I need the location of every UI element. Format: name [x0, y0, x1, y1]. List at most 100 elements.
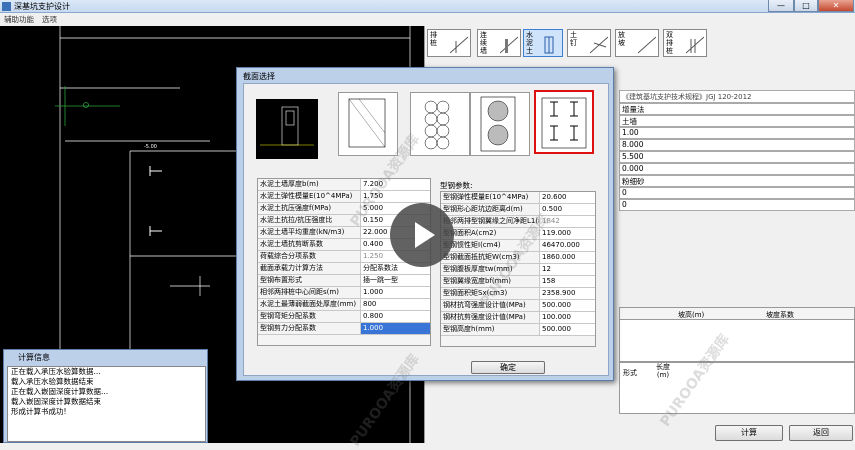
param-label: 水泥土最薄弱截面处厚度(mm): [260, 300, 357, 308]
param-value[interactable]: 1.00: [619, 127, 855, 139]
param-label: 水泥土墙抗剪断系数: [260, 240, 323, 248]
param-row: 型钢弹性模量E(10^4MPa) 20.600: [441, 192, 595, 204]
param-label: 型钢剪力分配系数: [260, 324, 316, 332]
param-row: 型钢布置形式 插一跳一型: [258, 275, 430, 287]
param-value-input[interactable]: 插一跳一型: [360, 275, 430, 286]
param-value[interactable]: 土墙: [619, 115, 855, 127]
param-value-input[interactable]: 1.750: [360, 191, 430, 202]
param-value[interactable]: 8.000: [619, 139, 855, 151]
param-label: 型钢腹板厚度tw(mm): [443, 265, 513, 273]
param-value-input[interactable]: 100.000: [539, 312, 595, 323]
section-option-4-icon: [541, 97, 587, 149]
log-line: 载入承压水验算数据结束: [11, 377, 94, 386]
param-value-input[interactable]: 500.000: [539, 324, 595, 335]
param-row: 型钢面积A(cm2) 119.000: [441, 228, 595, 240]
menu-item-aux[interactable]: 辅助功能: [4, 14, 34, 25]
param-label: 型钢面积矩Sx(cm3): [443, 289, 508, 297]
param-value[interactable]: 0.000: [619, 163, 855, 175]
param-value[interactable]: 5.500: [619, 151, 855, 163]
back-button[interactable]: 返回: [789, 425, 853, 441]
param-value-input[interactable]: 12: [539, 264, 595, 275]
log-title: 计算信息: [18, 353, 50, 362]
param-label: 水泥土弹性模量E(10^4MPa): [260, 192, 353, 200]
param-value-input[interactable]: 1.000: [360, 287, 430, 298]
minimize-button[interactable]: —: [768, 0, 794, 12]
section-preview-drawing: [260, 106, 314, 146]
section-option-4[interactable]: [534, 90, 594, 154]
section-option-2-icon: [424, 100, 450, 150]
param-row: 水泥土最薄弱截面处厚度(mm) 800: [258, 299, 430, 311]
tool-pile-row-button[interactable]: 排桩: [427, 29, 471, 57]
param-label: 型钢高度h(mm): [443, 325, 495, 333]
param-value-input[interactable]: 500.000: [539, 300, 595, 311]
param-label: 型钢形心距坑边距离d(m): [443, 205, 523, 213]
log-window: 计算信息 正在载入承压水验算数据... 载入承压水验算数据结束 正在载入嵌固深度…: [3, 349, 208, 443]
param-row: 截面承载力计算方法 分配系数法: [258, 263, 430, 275]
param-value-input[interactable]: 119.000: [539, 228, 595, 239]
tool-slope-button[interactable]: 放坡: [615, 29, 659, 57]
maximize-button[interactable]: □: [794, 0, 818, 12]
steel-params-table: 型钢弹性模量E(10^4MPa) 20.600 型钢形心距坑边距离d(m) 0.500…: [440, 191, 596, 347]
table-header-row: 坡高(m) 坡度系数: [620, 308, 854, 320]
calculate-button[interactable]: 计算: [715, 425, 783, 441]
param-value[interactable]: 增量法: [619, 103, 855, 115]
param-value-input[interactable]: 1860.000: [539, 252, 595, 263]
param-value-input[interactable]: 20.600: [539, 192, 595, 203]
section-option-1[interactable]: [338, 92, 398, 156]
param-label: 水泥土抗拉/抗压强度比: [260, 216, 333, 224]
param-label: 荷载综合分项系数: [260, 252, 316, 260]
param-value-input[interactable]: 7.200: [360, 179, 430, 190]
param-value-input[interactable]: 0.800: [360, 311, 430, 322]
section-option-3[interactable]: [470, 92, 530, 156]
log-line: 正在载入嵌固深度计算数据...: [11, 387, 109, 396]
param-label: 型钢布置形式: [260, 276, 302, 284]
log-line: 正在载入承压水验算数据...: [11, 367, 101, 376]
menu-item-options[interactable]: 选项: [42, 14, 57, 25]
param-label: 钢材抗弯强度设计值(MPa): [443, 301, 526, 309]
tool-cement-soil-button[interactable]: 水泥土: [523, 29, 563, 57]
play-video-button[interactable]: [390, 203, 454, 267]
param-row: 型钢面积矩Sx(cm3) 2358.900: [441, 288, 595, 300]
param-row: 型钢剪力分配系数 1.000: [258, 323, 430, 335]
param-value[interactable]: 粉细砂: [619, 175, 855, 187]
param-label: 相邻两排型钢翼缘之间净距L1(mm): [443, 217, 555, 225]
menu-bar: 辅助功能 选项: [0, 13, 855, 26]
param-row: 相邻两排型钢翼缘之间净距L1(mm) 1842: [441, 216, 595, 228]
spec-field: 《建筑基坑支护技术规程》JGJ 120-2012: [619, 90, 855, 103]
ok-button[interactable]: 确定: [471, 361, 545, 374]
dialog-title: 截面选择: [243, 72, 275, 81]
param-row: 型钢高度h(mm) 500.000: [441, 324, 595, 336]
tool-diaphragm-wall-button[interactable]: 连续墙: [477, 29, 521, 57]
param-values-column: 增量法 土墙 1.00 8.000 5.500 0.000 粉细砂 0 0: [619, 103, 855, 211]
log-content: 正在载入承压水验算数据... 载入承压水验算数据结束 正在载入嵌固深度计算数据.…: [7, 366, 206, 442]
title-bar: 深基坑支护设计 — □ ✕: [0, 0, 855, 13]
param-value-input[interactable]: 46470.000: [539, 240, 595, 251]
param-label: 截面承载力计算方法: [260, 264, 323, 272]
log-line: 载入嵌固深度计算数据结束: [11, 397, 101, 406]
section-option-3-icon: [480, 96, 516, 152]
soil-nail-icon: [590, 36, 608, 54]
log-line: 形成计算书成功!: [11, 407, 67, 416]
param-row: 型钢惯性矩I(cm4) 46470.000: [441, 240, 595, 252]
param-value-input[interactable]: 2358.900: [539, 288, 595, 299]
param-label: 相邻两排桩中心间距s(m): [260, 288, 339, 296]
section-option-2[interactable]: [410, 92, 470, 156]
param-row: 型钢弯矩分配系数 0.800: [258, 311, 430, 323]
tool-soil-nail-button[interactable]: 土钉: [567, 29, 611, 57]
diaphragm-wall-icon: [500, 36, 518, 54]
section-preview: [256, 99, 318, 159]
param-row: 型钢截面抵抗矩W(cm3) 1860.000: [441, 252, 595, 264]
cement-soil-icon: [544, 36, 554, 54]
param-value-input[interactable]: 800: [360, 299, 430, 310]
param-value[interactable]: 0: [619, 199, 855, 211]
param-value[interactable]: 0: [619, 187, 855, 199]
param-value-input[interactable]: 1.000: [360, 323, 430, 334]
param-row: 型钢腹板厚度tw(mm) 12: [441, 264, 595, 276]
param-value-input[interactable]: 1842: [539, 216, 595, 227]
param-value-input[interactable]: 158: [539, 276, 595, 287]
tool-double-pile-button[interactable]: 双排桩: [663, 29, 707, 57]
param-row: 型钢翼缘宽度bf(mm) 158: [441, 276, 595, 288]
section-option-1-icon: [348, 98, 386, 148]
close-button[interactable]: ✕: [818, 0, 854, 12]
param-value-input[interactable]: 0.500: [539, 204, 595, 215]
